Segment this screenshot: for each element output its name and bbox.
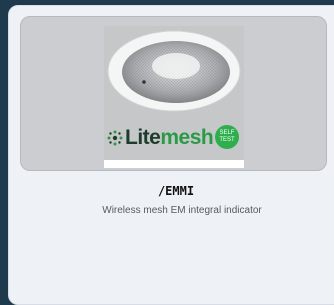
product-title[interactable]: /EMMI: [9, 184, 334, 198]
product-card[interactable]: Lite mesh SELF TEST /EMMI Wireless mesh E…: [8, 5, 334, 305]
downlight-illustration: [107, 30, 241, 112]
product-image-frame[interactable]: Lite mesh SELF TEST: [20, 16, 327, 171]
product-photo: Lite mesh SELF TEST: [104, 26, 244, 168]
litemesh-logo: Lite mesh: [107, 126, 217, 150]
logo-text-mesh: mesh: [160, 126, 214, 149]
product-description: Wireless mesh EM integral indicator: [102, 205, 262, 216]
self-test-badge: SELF TEST: [215, 125, 239, 149]
logo-text-lite: Lite: [125, 126, 161, 149]
badge-line-2: TEST: [219, 137, 235, 143]
litemesh-logo-icon: [107, 130, 123, 146]
photo-bottom-strip: [104, 160, 244, 168]
badge-line-1: SELF: [219, 130, 235, 136]
